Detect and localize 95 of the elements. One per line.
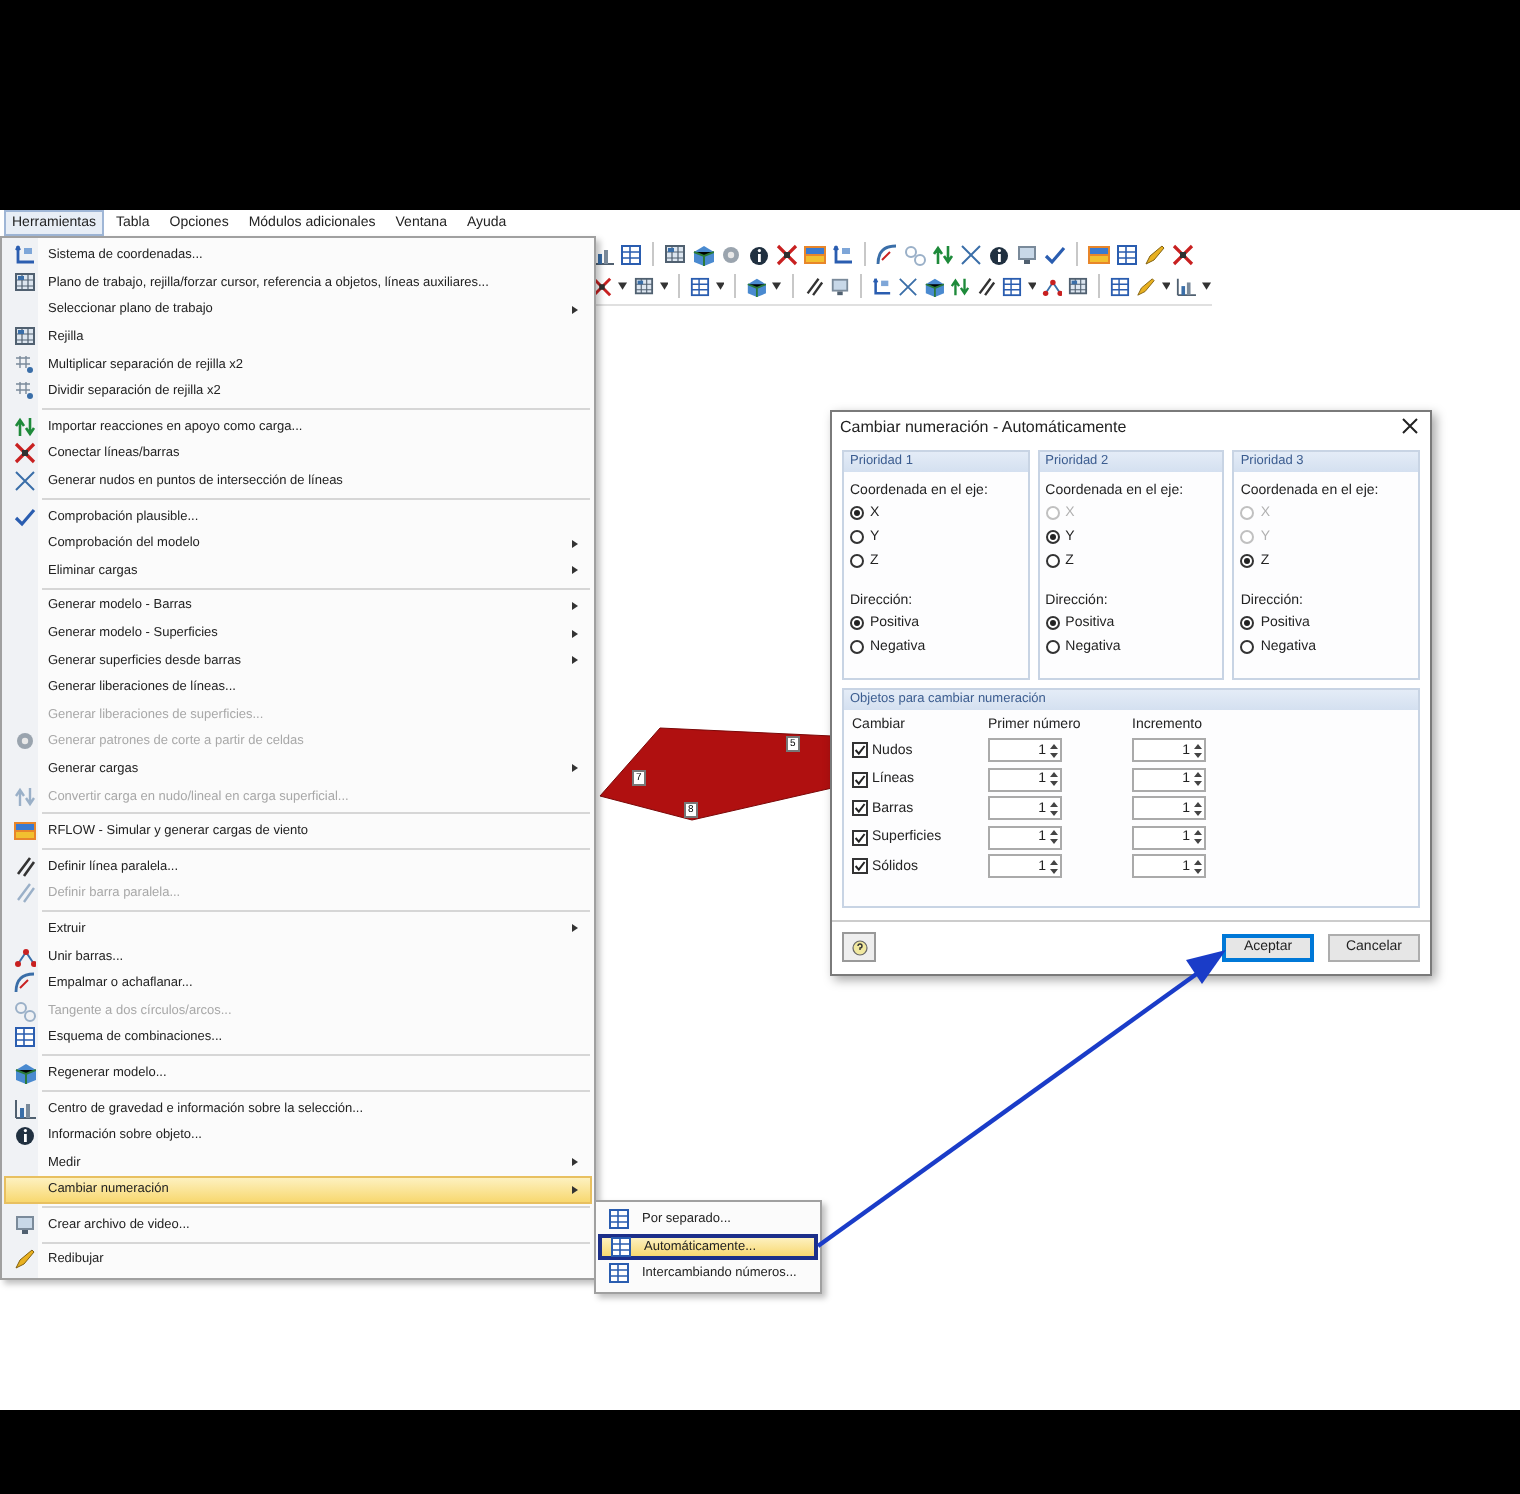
- table-icon[interactable]: [1001, 275, 1022, 297]
- grid-icon[interactable]: [1068, 275, 1089, 297]
- radio-button[interactable]: [1045, 616, 1060, 631]
- panel-icon: [14, 820, 36, 843]
- checkbox[interactable]: [852, 771, 868, 788]
- radio-button[interactable]: [1045, 530, 1060, 545]
- radio-button[interactable]: [850, 616, 864, 631]
- axes-icon[interactable]: [832, 243, 854, 265]
- help-icon: [851, 939, 867, 956]
- caret-icon[interactable]: [715, 282, 725, 290]
- pencil-icon[interactable]: [1144, 243, 1166, 265]
- spinner-icon[interactable]: [1192, 828, 1204, 847]
- grid-icon: [14, 380, 36, 403]
- table-icon[interactable]: [689, 275, 710, 297]
- cross-icon[interactable]: [592, 275, 612, 297]
- checkbox[interactable]: [852, 858, 868, 875]
- radio-button[interactable]: [1240, 554, 1255, 569]
- info-icon[interactable]: [748, 243, 770, 265]
- cross-icon: [14, 442, 36, 465]
- table-icon: [14, 1026, 36, 1049]
- spinner-icon[interactable]: [1192, 741, 1204, 760]
- curve-icon[interactable]: [876, 243, 898, 265]
- table-icon[interactable]: [620, 243, 642, 265]
- pencil-icon[interactable]: [1135, 275, 1156, 297]
- grid-icon: [14, 271, 36, 294]
- caret-icon[interactable]: [659, 282, 669, 290]
- radio-button[interactable]: [850, 506, 864, 521]
- monitor-icon[interactable]: [1016, 243, 1038, 265]
- table-icon: [610, 1235, 632, 1258]
- grid-icon[interactable]: [664, 243, 686, 265]
- spinner-icon[interactable]: [1192, 857, 1204, 876]
- help-button[interactable]: [842, 932, 876, 963]
- grid-icon: [14, 353, 36, 376]
- nodes-icon[interactable]: [1042, 275, 1063, 297]
- parallel-lines-icon[interactable]: [975, 275, 996, 297]
- chart-icon: [14, 1097, 36, 1120]
- spinner-icon[interactable]: [1048, 857, 1060, 876]
- axes-icon: [14, 244, 36, 267]
- arrows-icon[interactable]: [949, 275, 970, 297]
- radio-button[interactable]: [1045, 554, 1060, 569]
- parallel-lines-icon: [14, 882, 36, 905]
- table-icon[interactable]: [1109, 275, 1130, 297]
- radio-button[interactable]: [850, 530, 864, 545]
- table-icon: [608, 1208, 630, 1231]
- cube-icon[interactable]: [746, 275, 767, 297]
- radio-button[interactable]: [1240, 616, 1255, 631]
- table-icon[interactable]: [1116, 243, 1138, 265]
- monitor-icon[interactable]: [829, 275, 850, 297]
- pencil-icon: [14, 1248, 36, 1271]
- circles-icon: [14, 999, 36, 1022]
- cube-icon[interactable]: [923, 275, 944, 297]
- cross-icon: [14, 470, 36, 493]
- nodes-icon: [14, 945, 36, 968]
- checkbox[interactable]: [852, 742, 868, 759]
- checkbox[interactable]: [852, 800, 868, 817]
- parallel-lines-icon: [14, 855, 36, 878]
- radio-button[interactable]: [1045, 640, 1060, 655]
- panel-icon[interactable]: [1088, 243, 1110, 265]
- spinner-icon[interactable]: [1048, 741, 1060, 760]
- caret-icon[interactable]: [772, 282, 782, 290]
- monitor-icon: [14, 1213, 36, 1236]
- checkbox[interactable]: [852, 829, 868, 846]
- info-icon[interactable]: [988, 243, 1010, 265]
- axes-icon[interactable]: [871, 275, 892, 297]
- caret-icon[interactable]: [1027, 282, 1037, 290]
- check-icon[interactable]: [1044, 243, 1066, 265]
- spinner-icon[interactable]: [1192, 770, 1204, 789]
- caret-icon[interactable]: [617, 282, 628, 290]
- spinner-icon[interactable]: [1192, 799, 1204, 818]
- curve-icon: [14, 972, 36, 995]
- parallel-lines-icon[interactable]: [803, 275, 824, 297]
- panel-icon[interactable]: [804, 243, 826, 265]
- radio-button[interactable]: [850, 554, 864, 569]
- cube-icon[interactable]: [692, 243, 714, 265]
- cross-icon[interactable]: [1172, 243, 1194, 265]
- check-icon: [14, 505, 36, 528]
- radio-button[interactable]: [850, 640, 864, 655]
- radio-button[interactable]: [1240, 640, 1255, 655]
- grid-icon: [14, 326, 36, 349]
- info-icon: [14, 1124, 36, 1147]
- spinner-icon[interactable]: [1048, 799, 1060, 818]
- cube-icon: [14, 1061, 36, 1084]
- caret-icon[interactable]: [1202, 282, 1212, 290]
- arrows-icon: [14, 415, 36, 438]
- caret-icon[interactable]: [1161, 282, 1171, 290]
- spinner-icon[interactable]: [1048, 828, 1060, 847]
- chart-icon[interactable]: [1176, 275, 1197, 297]
- dialog-title: Cambiar numeración - Automáticamente: [840, 417, 1127, 436]
- arrows-icon[interactable]: [932, 243, 954, 265]
- table-icon: [608, 1262, 630, 1285]
- spinner-icon[interactable]: [1048, 770, 1060, 789]
- cross-icon[interactable]: [776, 243, 798, 265]
- arrows-icon: [14, 785, 36, 808]
- close-icon[interactable]: [1402, 418, 1418, 435]
- grid-icon[interactable]: [633, 275, 653, 297]
